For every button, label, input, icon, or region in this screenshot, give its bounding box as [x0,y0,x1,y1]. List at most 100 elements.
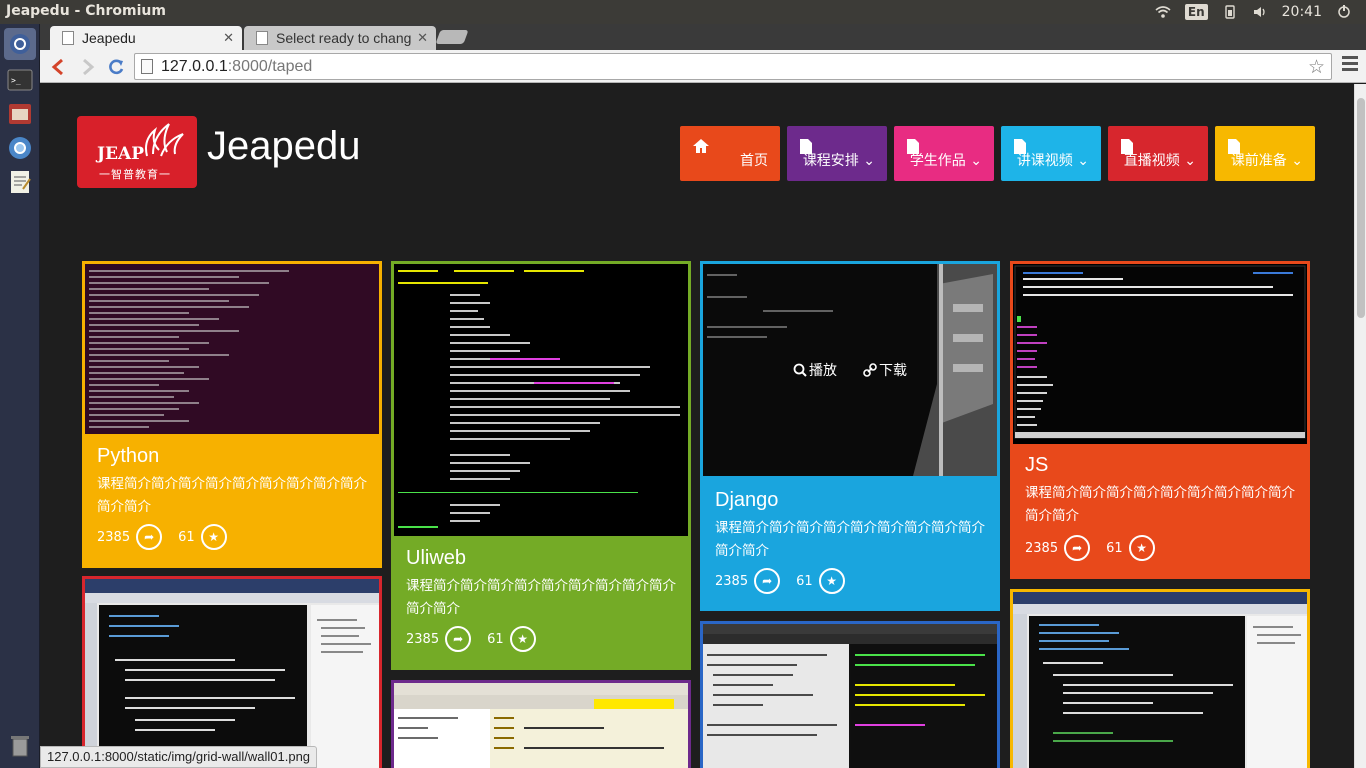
course-thumbnail[interactable] [85,579,379,768]
bookmark-star-icon[interactable]: ☆ [1308,56,1325,79]
logo-flame-icon [145,123,184,157]
download-button[interactable]: 下载 [863,360,907,380]
tab-label: Jeapedu [82,30,136,46]
nav-live-videos[interactable]: 直播视频 ⌄ [1108,126,1208,181]
page-viewport: JEAP 一智普教育一 Jeapedu 首页 课程安排 ⌄ 学生作品 ⌄ 讲课视… [40,84,1354,768]
course-card-python[interactable]: Python 课程简介简介简介简介简介简介简介简介简介简介简介 2385 ➦ 6… [82,261,382,568]
course-card-emacs[interactable] [700,621,1000,768]
course-card-visual-studio[interactable] [82,576,382,768]
course-thumbnail[interactable]: 播放 下载 [703,264,997,476]
scrollbar-thumb[interactable] [1357,98,1365,318]
address-bar[interactable]: 127.0.0.1:8000/taped ☆ [134,53,1332,80]
course-name[interactable]: Uliweb [406,547,466,570]
nav-home[interactable]: 首页 [680,126,780,181]
ide-screenshot-image [1013,592,1307,768]
page-info-icon[interactable] [141,59,153,74]
browser-tabstrip: Jeapedu ✕ Select ready to chang ✕ [40,24,1366,50]
like-count: 61 [487,631,504,647]
clock[interactable]: 20:41 [1282,4,1322,20]
ide-screenshot-image [85,579,379,768]
like-icon[interactable]: ★ [1128,535,1155,561]
file-manager-icon[interactable] [4,98,36,130]
share-count: 2385 [1025,540,1059,556]
nav-label: 讲课视频 ⌄ [1016,153,1089,169]
reload-icon [109,59,124,75]
share-icon[interactable]: ➦ [445,626,472,652]
share-count: 2385 [715,573,749,589]
svg-text:>_: >_ [11,76,21,85]
link-icon [863,363,877,377]
forward-button[interactable] [76,55,100,79]
forward-arrow-icon [83,58,95,76]
like-count: 61 [1106,540,1123,556]
site-logo[interactable]: JEAP 一智普教育一 [77,116,197,188]
course-card-django[interactable]: 播放 下载 Django 课程简介简介简介简介简介简介简介简介简介简介简介 23… [700,261,1000,611]
back-arrow-icon [51,58,63,76]
course-stats: 2385 ➦ 61 ★ [1025,535,1171,561]
url-host: 127.0.0.1 [161,57,228,75]
nav-label: 直播视频 ⌄ [1123,153,1196,169]
page-favicon-icon [256,31,268,45]
course-name[interactable]: Django [715,489,778,512]
share-count: 2385 [406,631,440,647]
share-icon[interactable]: ➦ [1064,535,1091,561]
nav-preparation[interactable]: 课前准备 ⌄ [1215,126,1315,181]
page-favicon-icon [62,31,74,45]
text-editor-icon[interactable] [4,166,36,198]
course-name[interactable]: JS [1025,454,1048,477]
course-name[interactable]: Python [97,445,159,468]
emacs-screenshot-image [703,624,997,768]
page-scrollbar[interactable] [1354,84,1366,768]
course-thumbnail[interactable] [85,264,379,434]
course-thumbnail[interactable] [703,624,997,768]
play-button[interactable]: 播放 [793,360,837,380]
os-top-bar: Jeapedu - Chromium En 20:41 [0,0,1366,24]
editor-screenshot-image [394,683,688,768]
course-card-wcf[interactable] [1010,589,1310,768]
reload-button[interactable] [104,55,128,79]
browser-menu-button[interactable] [1342,56,1358,74]
like-icon[interactable]: ★ [818,568,845,594]
like-icon[interactable]: ★ [200,524,227,550]
disassembly-screenshot-image [394,264,688,536]
vim-screenshot-image [1013,264,1307,444]
battery-icon[interactable] [1222,5,1238,19]
course-thumbnail[interactable] [1013,264,1307,444]
dash-home-icon[interactable] [4,28,36,60]
share-icon[interactable]: ➦ [136,524,163,550]
play-label: 播放 [809,363,837,379]
like-icon[interactable]: ★ [509,626,536,652]
tab-jeapedu[interactable]: Jeapedu ✕ [50,26,242,50]
close-tab-icon[interactable]: ✕ [417,30,428,46]
chromium-icon[interactable] [4,132,36,164]
nav-label: 课前准备 ⌄ [1230,153,1303,169]
nav-student-works[interactable]: 学生作品 ⌄ [894,126,994,181]
course-card-editor[interactable] [391,680,691,768]
course-card-js[interactable]: JS 课程简介简介简介简介简介简介简介简介简介简介简介 2385 ➦ 61 ★ [1010,261,1310,579]
course-stats: 2385 ➦ 61 ★ [406,626,552,652]
trash-icon[interactable] [4,730,36,762]
course-thumbnail[interactable] [394,683,688,768]
zoom-play-icon [793,363,807,377]
power-settings-icon[interactable] [1336,5,1352,19]
window-title: Jeapedu - Chromium [6,3,166,19]
share-icon[interactable]: ➦ [754,568,781,594]
course-card-uliweb[interactable]: Uliweb 课程简介简介简介简介简介简介简介简介简介简介简介 2385 ➦ 6… [391,261,691,670]
terminal-icon[interactable]: >_ [4,64,36,96]
volume-icon[interactable] [1252,5,1268,19]
system-tray: En 20:41 [1155,0,1366,24]
input-method-indicator[interactable]: En [1184,4,1208,20]
tab-label: Select ready to chang [276,30,412,46]
nav-lecture-videos[interactable]: 讲课视频 ⌄ [1001,126,1101,181]
course-description: 课程简介简介简介简介简介简介简介简介简介简介简介 [406,578,676,617]
share-count: 2385 [97,529,131,545]
wifi-icon[interactable] [1155,5,1171,19]
site-title: Jeapedu [207,124,361,168]
close-tab-icon[interactable]: ✕ [223,30,234,46]
course-thumbnail[interactable] [394,264,688,536]
back-button[interactable] [46,55,70,79]
course-thumbnail[interactable] [1013,592,1307,768]
nav-course-schedule[interactable]: 课程安排 ⌄ [787,126,887,181]
tab-select-ready[interactable]: Select ready to chang ✕ [244,26,436,50]
new-tab-button[interactable] [435,30,469,44]
